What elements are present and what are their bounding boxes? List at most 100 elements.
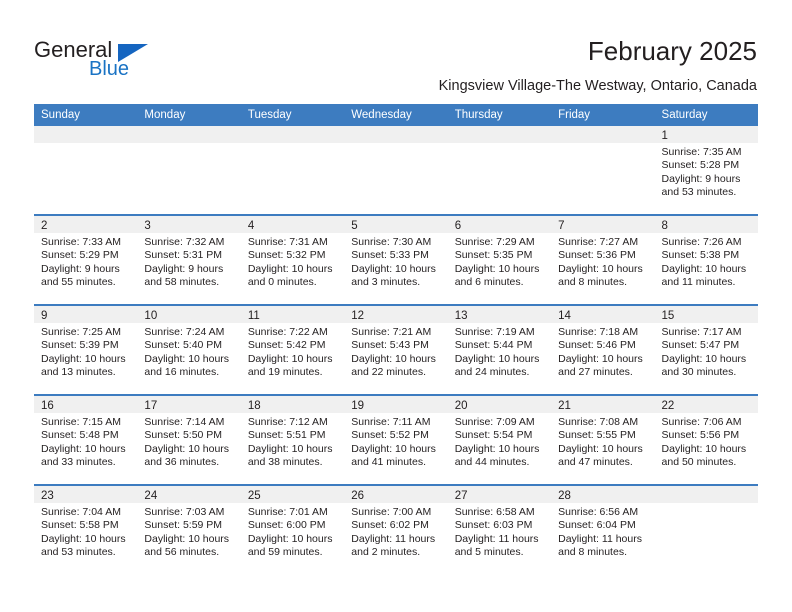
day-details: Sunrise: 7:35 AM Sunset: 5:28 PM Daylight:… xyxy=(655,143,758,200)
day-details: Sunrise: 6:56 AM Sunset: 6:04 PM Daylight:… xyxy=(551,503,654,560)
daylight-text-line1: Daylight: 9 hours xyxy=(661,172,741,185)
day-details: Sunrise: 7:32 AM Sunset: 5:31 PM Daylight:… xyxy=(137,233,240,290)
sunset-text: Sunset: 5:46 PM xyxy=(558,339,636,352)
day-details: Sunrise: 7:09 AM Sunset: 5:54 PM Daylight:… xyxy=(448,413,551,470)
calendar-day-empty xyxy=(551,126,655,214)
sunset-text: Sunset: 5:29 PM xyxy=(41,249,119,262)
calendar-day-cell[interactable]: 22 Sunrise: 7:06 AM Sunset: 5:56 PM Dayligh… xyxy=(654,396,758,484)
day-details: Sunrise: 7:21 AM Sunset: 5:43 PM Daylight:… xyxy=(344,323,447,380)
calendar-week-row: 23 Sunrise: 7:04 AM Sunset: 5:58 PM Dayligh… xyxy=(34,484,758,574)
day-details: Sunrise: 7:33 AM Sunset: 5:29 PM Daylight:… xyxy=(34,233,137,290)
calendar-day-cell[interactable]: 10 Sunrise: 7:24 AM Sunset: 5:40 PM Dayligh… xyxy=(137,306,241,394)
calendar-day-cell[interactable]: 18 Sunrise: 7:12 AM Sunset: 5:51 PM Dayligh… xyxy=(240,396,345,484)
sunrise-text: Sunrise: 7:01 AM xyxy=(247,506,328,518)
daylight-text-line1: Daylight: 10 hours xyxy=(661,262,747,275)
daylight-text-line1: Daylight: 10 hours xyxy=(41,532,126,545)
day-details: Sunrise: 7:24 AM Sunset: 5:40 PM Daylight:… xyxy=(137,323,240,380)
calendar-day-empty xyxy=(344,126,448,214)
day-number-band: 25 xyxy=(240,486,345,503)
day-number-band: 9 xyxy=(34,306,138,323)
calendar-day-cell[interactable]: 25 Sunrise: 7:01 AM Sunset: 6:00 PM Dayligh… xyxy=(240,486,345,574)
day-number-band: 16 xyxy=(34,396,138,413)
weekday-header-monday: Monday xyxy=(144,109,186,121)
sunset-text: Sunset: 5:54 PM xyxy=(454,429,533,442)
daylight-text-line2: and 16 minutes. xyxy=(144,366,220,379)
weekday-header-saturday: Saturday xyxy=(661,109,708,121)
daylight-text-line1: Daylight: 10 hours xyxy=(351,262,436,275)
daylight-text-line2: and 33 minutes. xyxy=(41,456,116,469)
day-details xyxy=(551,143,654,146)
brand-name-blue: Blue xyxy=(89,58,130,80)
sunrise-text: Sunrise: 7:27 AM xyxy=(558,236,639,248)
day-number: 22 xyxy=(661,400,675,412)
sunset-text: Sunset: 5:32 PM xyxy=(247,249,326,262)
calendar-page: General Blue February 2025 Kingsview Vil… xyxy=(0,0,792,612)
calendar-day-cell[interactable]: 24 Sunrise: 7:03 AM Sunset: 5:59 PM Dayligh… xyxy=(137,486,241,574)
daylight-text-line2: and 53 minutes. xyxy=(41,546,116,559)
day-number: 21 xyxy=(558,400,571,412)
day-number-band: 27 xyxy=(447,486,552,503)
day-number: 20 xyxy=(454,400,468,412)
calendar-day-cell[interactable]: 26 Sunrise: 7:00 AM Sunset: 6:02 PM Dayligh… xyxy=(344,486,448,574)
day-number: 5 xyxy=(351,220,358,232)
day-number-band: 14 xyxy=(551,306,655,323)
calendar-day-cell[interactable]: 28 Sunrise: 6:56 AM Sunset: 6:04 PM Dayligh… xyxy=(551,486,655,574)
calendar-day-cell[interactable]: 19 Sunrise: 7:11 AM Sunset: 5:52 PM Dayligh… xyxy=(344,396,448,484)
daylight-text-line1: Daylight: 10 hours xyxy=(558,262,643,275)
day-details: Sunrise: 7:11 AM Sunset: 5:52 PM Daylight:… xyxy=(344,413,447,470)
calendar-day-cell[interactable]: 5 Sunrise: 7:30 AM Sunset: 5:33 PM Daylight… xyxy=(344,216,448,304)
calendar-day-cell[interactable]: 4 Sunrise: 7:31 AM Sunset: 5:32 PM Daylight… xyxy=(240,216,345,304)
daylight-text-line2: and 5 minutes. xyxy=(454,546,524,559)
calendar-day-cell[interactable]: 14 Sunrise: 7:18 AM Sunset: 5:46 PM Dayligh… xyxy=(551,306,655,394)
day-number: 19 xyxy=(351,400,365,412)
sunset-text: Sunset: 5:33 PM xyxy=(351,249,429,262)
calendar-day-cell[interactable]: 3 Sunrise: 7:32 AM Sunset: 5:31 PM Daylight… xyxy=(137,216,241,304)
calendar-day-cell[interactable]: 16 Sunrise: 7:15 AM Sunset: 5:48 PM Dayligh… xyxy=(34,396,138,484)
sunset-text: Sunset: 5:51 PM xyxy=(247,429,326,442)
calendar-day-cell[interactable]: 2 Sunrise: 7:33 AM Sunset: 5:29 PM Daylight… xyxy=(34,216,138,304)
day-number-band: 17 xyxy=(137,396,241,413)
day-number-band xyxy=(240,126,345,143)
calendar-day-empty xyxy=(447,126,552,214)
day-details: Sunrise: 7:12 AM Sunset: 5:51 PM Daylight:… xyxy=(241,413,344,470)
calendar-day-cell[interactable]: 17 Sunrise: 7:14 AM Sunset: 5:50 PM Dayligh… xyxy=(137,396,241,484)
day-details: Sunrise: 7:00 AM Sunset: 6:02 PM Daylight:… xyxy=(344,503,447,560)
day-details: Sunrise: 7:17 AM Sunset: 5:47 PM Daylight:… xyxy=(655,323,758,380)
day-details xyxy=(137,143,240,146)
brand-logo[interactable]: General Blue xyxy=(34,38,234,84)
calendar-day-cell[interactable]: 20 Sunrise: 7:09 AM Sunset: 5:54 PM Dayligh… xyxy=(447,396,552,484)
day-number: 24 xyxy=(144,490,158,502)
calendar-day-cell[interactable]: 8 Sunrise: 7:26 AM Sunset: 5:38 PM Daylight… xyxy=(654,216,758,304)
weekday-header-friday: Friday xyxy=(558,109,591,121)
calendar-day-cell[interactable]: 6 Sunrise: 7:29 AM Sunset: 5:35 PM Daylight… xyxy=(447,216,552,304)
day-details xyxy=(448,143,551,146)
calendar-day-cell[interactable]: 27 Sunrise: 6:58 AM Sunset: 6:03 PM Dayligh… xyxy=(447,486,552,574)
sunrise-text: Sunrise: 7:04 AM xyxy=(41,506,121,518)
day-number-band: 18 xyxy=(240,396,345,413)
sunrise-text: Sunrise: 7:24 AM xyxy=(144,326,225,338)
sunset-text: Sunset: 6:04 PM xyxy=(558,519,636,532)
calendar-day-cell[interactable]: 23 Sunrise: 7:04 AM Sunset: 5:58 PM Dayligh… xyxy=(34,486,138,574)
day-number-band: 26 xyxy=(344,486,448,503)
calendar-day-cell[interactable]: 13 Sunrise: 7:19 AM Sunset: 5:44 PM Dayligh… xyxy=(447,306,552,394)
calendar-day-cell[interactable]: 12 Sunrise: 7:21 AM Sunset: 5:43 PM Dayligh… xyxy=(344,306,448,394)
daylight-text-line2: and 27 minutes. xyxy=(558,366,633,379)
day-details: Sunrise: 7:03 AM Sunset: 5:59 PM Daylight:… xyxy=(137,503,240,560)
day-number: 12 xyxy=(351,310,365,322)
day-number: 9 xyxy=(41,310,48,322)
day-number: 28 xyxy=(558,490,571,502)
calendar-day-cell[interactable]: 11 Sunrise: 7:22 AM Sunset: 5:42 PM Dayligh… xyxy=(240,306,345,394)
sunrise-text: Sunrise: 6:58 AM xyxy=(454,506,535,518)
daylight-text-line2: and 47 minutes. xyxy=(558,456,633,469)
page-subtitle: Kingsview Village-The Westway, Ontario, … xyxy=(438,78,757,94)
calendar-day-cell[interactable]: 15 Sunrise: 7:17 AM Sunset: 5:47 PM Dayligh… xyxy=(654,306,758,394)
calendar-day-cell[interactable]: 1 Sunrise: 7:35 AM Sunset: 5:28 PM Daylight… xyxy=(654,126,758,214)
day-number-band xyxy=(654,486,758,503)
calendar-day-cell[interactable]: 21 Sunrise: 7:08 AM Sunset: 5:55 PM Dayligh… xyxy=(551,396,655,484)
day-number-band: 1 xyxy=(654,126,758,143)
calendar-day-cell[interactable]: 9 Sunrise: 7:25 AM Sunset: 5:39 PM Daylight… xyxy=(34,306,138,394)
calendar-grid: Sunday Monday Tuesday Wednesday Thursday Frid… xyxy=(34,104,758,574)
weekday-header-thursday: Thursday xyxy=(454,109,503,121)
day-number: 14 xyxy=(558,310,571,322)
calendar-day-cell[interactable]: 7 Sunrise: 7:27 AM Sunset: 5:36 PM Daylight… xyxy=(551,216,655,304)
